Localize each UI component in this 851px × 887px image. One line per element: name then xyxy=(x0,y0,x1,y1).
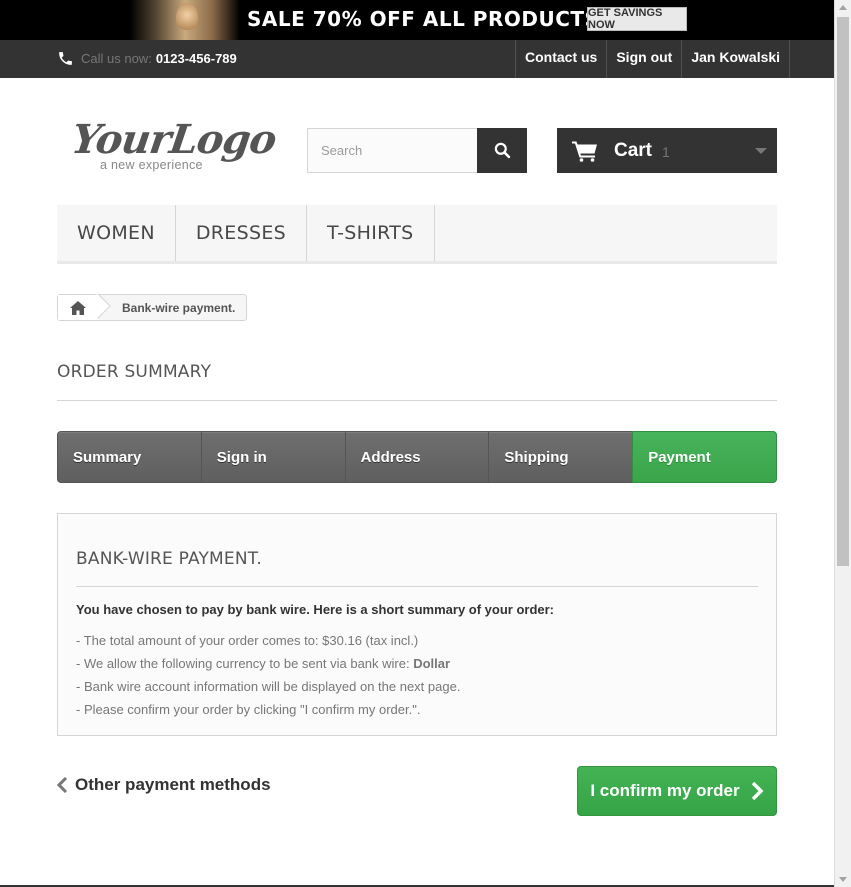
logo-text: YourLogo xyxy=(68,116,279,163)
scroll-up-arrow-icon[interactable] xyxy=(839,5,847,10)
account-info-line: - Bank wire account information will be … xyxy=(76,679,461,694)
bankwire-box: BANK-WIRE PAYMENT. You have chosen to pa… xyxy=(57,513,777,736)
home-icon xyxy=(70,300,86,315)
logo-tagline: a new experience xyxy=(100,158,203,172)
order-steps: Summary Sign in Address Shipping Payment xyxy=(57,431,777,483)
phone-number: 0123-456-789 xyxy=(155,51,237,66)
bankwire-intro: You have chosen to pay by bank wire. Her… xyxy=(76,602,555,617)
currency-line: - We allow the following currency to be … xyxy=(76,652,758,675)
cart-button[interactable]: Cart 1 xyxy=(557,128,777,173)
scroll-down-arrow-icon[interactable] xyxy=(839,877,847,882)
step-address[interactable]: Address xyxy=(344,431,489,483)
promo-headline: SALE 70% OFF ALL PRODUCTS xyxy=(247,7,600,31)
step-summary[interactable]: Summary xyxy=(57,431,201,483)
cart-quantity: 1 xyxy=(662,144,670,160)
breadcrumb: Bank-wire payment. xyxy=(57,294,248,321)
promo-banner[interactable]: SALE 70% OFF ALL PRODUCTS GET SAVINGS NO… xyxy=(0,0,834,40)
step-sign-in[interactable]: Sign in xyxy=(200,431,345,483)
contact-phone: Call us now: 0123-456-789 xyxy=(57,50,237,67)
other-payment-methods-link[interactable]: Other payment methods xyxy=(57,775,271,795)
chevron-right-icon xyxy=(751,781,764,801)
top-navbar: Call us now: 0123-456-789 Contact us Sig… xyxy=(0,40,834,78)
site-logo[interactable]: YourLogo a new experience xyxy=(68,116,279,178)
chevron-down-icon xyxy=(755,148,767,154)
contact-us-link[interactable]: Contact us xyxy=(515,40,606,78)
sign-out-link[interactable]: Sign out xyxy=(606,40,681,78)
menu-item-women[interactable]: WOMEN xyxy=(57,205,176,261)
breadcrumb-home[interactable] xyxy=(58,295,98,320)
promo-model-image xyxy=(130,0,240,40)
user-links: Contact us Sign out Jan Kowalski xyxy=(515,40,791,78)
breadcrumb-current: Bank-wire payment. xyxy=(122,300,236,315)
search-input[interactable] xyxy=(307,128,477,173)
page-title: ORDER SUMMARY xyxy=(57,362,777,401)
total-amount-line: - The total amount of your order comes t… xyxy=(76,633,419,648)
main-menu: WOMEN DRESSES T-SHIRTS xyxy=(57,205,777,264)
get-savings-button[interactable]: GET SAVINGS NOW xyxy=(587,7,687,31)
account-link[interactable]: Jan Kowalski xyxy=(681,40,791,78)
scrollbar-thumb[interactable] xyxy=(837,17,849,566)
other-payment-methods-label: Other payment methods xyxy=(75,775,271,794)
chevron-left-icon xyxy=(57,777,68,793)
search-button[interactable] xyxy=(477,128,527,173)
step-shipping[interactable]: Shipping xyxy=(488,431,633,483)
currency-line-text: - We allow the following currency to be … xyxy=(76,656,414,671)
call-label: Call us now: xyxy=(81,51,152,66)
confirm-order-button[interactable]: I confirm my order xyxy=(577,766,777,816)
menu-item-tshirts[interactable]: T-SHIRTS xyxy=(307,205,435,261)
confirm-order-label: I confirm my order xyxy=(590,781,740,800)
cart-icon xyxy=(572,141,597,162)
bankwire-details: - The total amount of your order comes t… xyxy=(76,629,758,721)
bankwire-title: BANK-WIRE PAYMENT. xyxy=(76,549,758,587)
cart-label: Cart xyxy=(614,139,653,161)
currency-value: Dollar xyxy=(413,656,451,671)
page-scrollbar[interactable] xyxy=(834,0,851,887)
confirm-instruction-line: - Please confirm your order by clicking … xyxy=(76,702,421,717)
search-icon xyxy=(494,142,510,159)
step-payment: Payment xyxy=(632,431,777,483)
search-form xyxy=(307,128,527,173)
menu-item-dresses[interactable]: DRESSES xyxy=(176,205,307,261)
phone-icon xyxy=(59,52,72,65)
